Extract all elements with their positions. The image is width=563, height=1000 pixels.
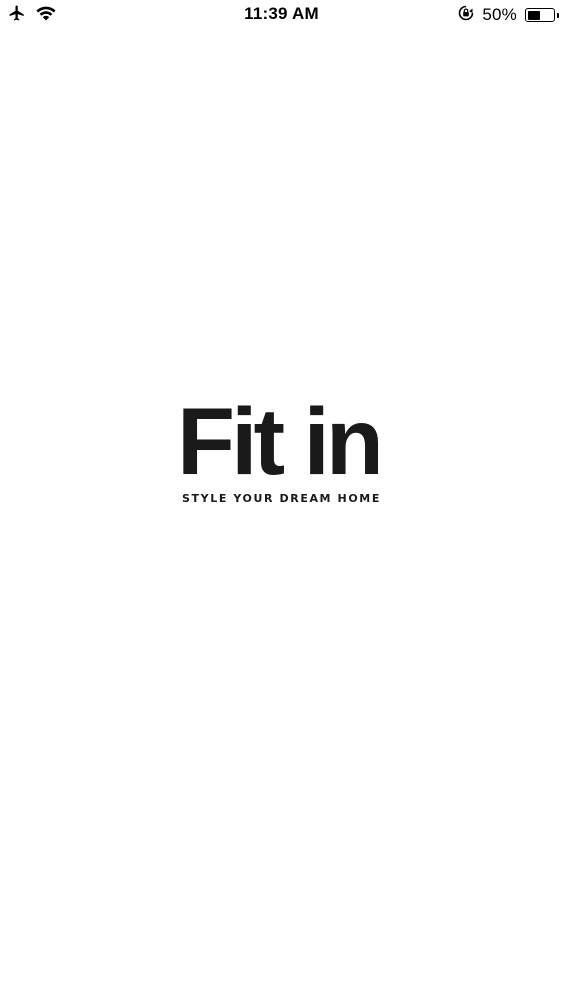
battery-percentage: 50% <box>482 5 517 24</box>
logo-tagline: STYLE YOUR DREAM HOME <box>182 492 381 505</box>
app-logo: Fit in STYLE YOUR DREAM HOME <box>0 389 563 506</box>
battery-level-fill <box>527 10 540 20</box>
splash-screen: 11:39 AM 50% Fit in STYLE YOUR DREAM HOM… <box>0 0 563 1000</box>
battery-cap <box>556 12 559 18</box>
status-bar: 11:39 AM 50% <box>0 0 563 30</box>
orientation-lock-icon <box>458 5 474 26</box>
battery-icon <box>525 8 559 22</box>
logo-wordmark: Fit in <box>177 389 384 495</box>
status-right-group: 50% <box>458 5 559 26</box>
